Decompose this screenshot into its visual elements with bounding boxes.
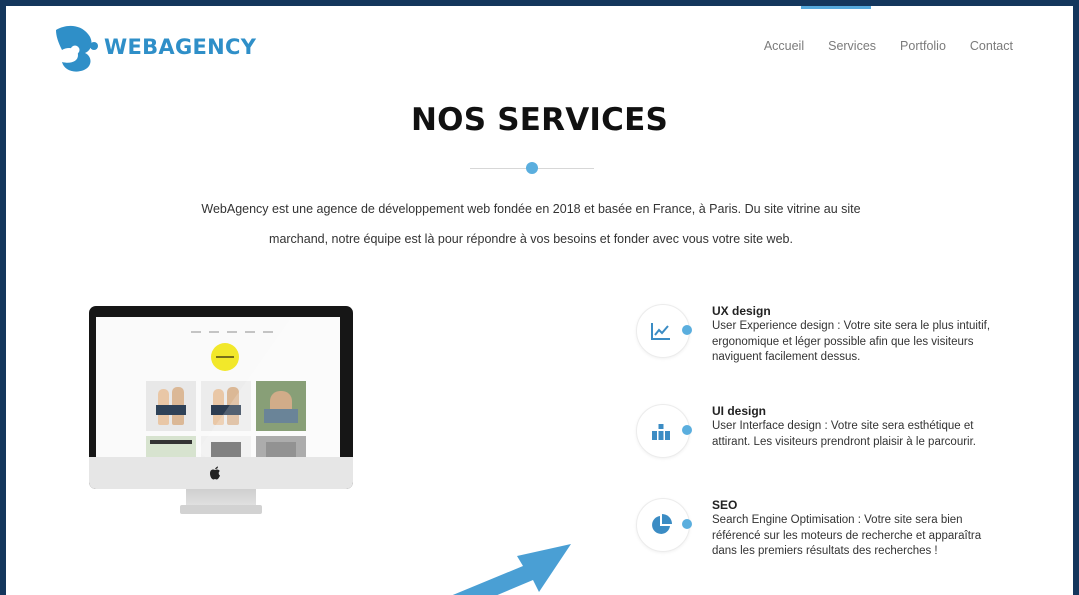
nav-item-services[interactable]: Services <box>828 39 876 53</box>
mockup-photo <box>146 436 196 457</box>
monitor-base <box>180 505 262 514</box>
page: WEBAGENCY Accueil Services Portfolio Con… <box>6 6 1073 595</box>
logo-icon <box>56 25 98 72</box>
service-ui: UI design User Interface design : Votre … <box>636 404 1036 458</box>
active-nav-indicator <box>801 6 871 9</box>
service-seo: SEO Search Engine Optimisation : Votre s… <box>636 498 1036 560</box>
service-title: UX design <box>712 304 771 318</box>
service-title: SEO <box>712 498 738 512</box>
mockup-nav <box>191 331 273 333</box>
brand-name: WEBAGENCY <box>104 35 257 59</box>
intro-line-1: WebAgency est une agence de développemen… <box>201 202 861 216</box>
logo[interactable]: WEBAGENCY <box>50 22 256 72</box>
blocks-icon <box>652 424 670 440</box>
pie-chart-icon <box>652 514 672 534</box>
imac-illustration <box>86 306 376 536</box>
nav-item-portfolio[interactable]: Portfolio <box>900 39 946 53</box>
service-dot <box>682 519 692 529</box>
service-dot <box>682 325 692 335</box>
monitor-screen <box>96 317 340 457</box>
service-description: User Interface design : Votre site sera … <box>712 420 976 448</box>
service-dot <box>682 425 692 435</box>
section-title: NOS SERVICES <box>411 102 668 138</box>
service-description: User Experience design : Votre site sera… <box>712 320 991 363</box>
arrow-icon <box>452 544 571 595</box>
main-nav: Accueil Services Portfolio Contact <box>764 39 1013 53</box>
chart-line-icon <box>651 323 670 340</box>
service-description: Search Engine Optimisation : Votre site … <box>712 514 982 557</box>
nav-item-accueil[interactable]: Accueil <box>764 39 804 53</box>
title-divider <box>470 161 594 175</box>
mockup-photo <box>146 381 196 431</box>
service-ux: UX design User Experience design : Votre… <box>636 304 1036 364</box>
intro-text: WebAgency est une agence de développemen… <box>156 194 906 254</box>
nav-item-contact[interactable]: Contact <box>970 39 1013 53</box>
divider-dot <box>526 162 538 174</box>
intro-line-2: marchand, notre équipe est là pour répon… <box>269 232 793 246</box>
service-title: UI design <box>712 404 767 418</box>
apple-icon <box>210 466 220 480</box>
monitor-chin <box>89 457 353 489</box>
